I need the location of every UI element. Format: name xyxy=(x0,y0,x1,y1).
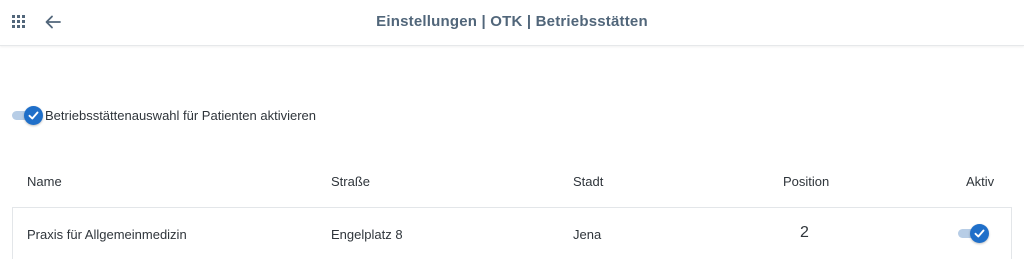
checkmark-icon xyxy=(974,229,985,238)
column-header-name[interactable]: Name xyxy=(27,174,62,189)
column-header-active[interactable]: Aktiv xyxy=(966,174,994,189)
cell-position[interactable]: 2 xyxy=(800,224,809,242)
cell-street: Engelplatz 8 xyxy=(331,227,403,242)
cell-city: Jena xyxy=(573,227,602,242)
column-header-city[interactable]: Stadt xyxy=(573,174,603,189)
column-header-position[interactable]: Position xyxy=(783,174,829,189)
location-selection-toggle[interactable] xyxy=(12,105,44,125)
toggle-knob xyxy=(970,224,989,243)
cell-name: Praxis für Allgemeinmedizin xyxy=(27,227,187,242)
location-selection-setting[interactable]: Betriebsstättenauswahl für Patienten akt… xyxy=(12,104,316,126)
top-app-bar: Einstellungen | OTK | Betriebsstätten xyxy=(0,0,1024,46)
column-header-street[interactable]: Straße xyxy=(331,174,370,189)
active-toggle[interactable] xyxy=(958,223,990,243)
checkmark-icon xyxy=(28,111,39,120)
toggle-knob xyxy=(24,106,43,125)
page-title: Einstellungen | OTK | Betriebsstätten xyxy=(376,13,648,30)
location-selection-label: Betriebsstättenauswahl für Patienten akt… xyxy=(45,107,316,123)
